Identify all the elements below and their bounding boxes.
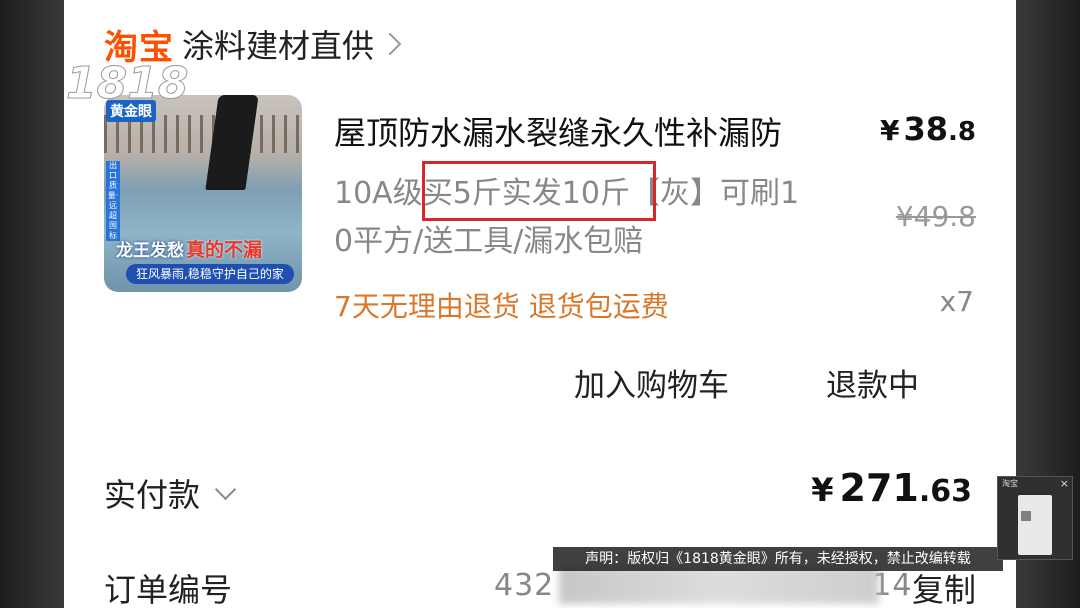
copyright-disclaimer: 声明：版权归《1818黄金眼》所有，未经授权，禁止改编转载 xyxy=(553,547,1003,571)
spec-highlight-box xyxy=(422,161,656,221)
mini-window-screen xyxy=(1018,495,1052,555)
thumb-subtitle: 狂风暴雨,稳稳守护自己的家 xyxy=(126,264,294,284)
product-thumbnail[interactable]: 出口质量·远超国标 龙王发愁 真的不漏 狂风暴雨,稳稳守护自己的家 xyxy=(104,95,302,292)
price-dec: .8 xyxy=(948,117,976,147)
paid-label: 实付款 xyxy=(104,476,201,514)
quantity: x7 xyxy=(939,285,974,318)
return-promise: 7天无理由退货 退货包运费 xyxy=(334,290,669,323)
paid-int: 271 xyxy=(839,466,919,510)
order-number-blur xyxy=(559,566,879,604)
spec-line-2: 0平方/送工具/漏水包赔 xyxy=(334,224,644,259)
shop-name[interactable]: 涂料建材直供 xyxy=(182,21,374,67)
watermark-logo: 1818 黄金眼 xyxy=(65,58,189,122)
product-title[interactable]: 屋顶防水漏水裂缝永久性补漏防 xyxy=(334,108,782,154)
chevron-right-icon[interactable] xyxy=(378,32,402,56)
refund-status-button[interactable]: 退款中 xyxy=(826,360,919,405)
paid-amount-toggle[interactable]: 实付款 xyxy=(104,470,237,516)
thumb-banner-a: 龙王发愁 xyxy=(116,240,184,261)
mini-window[interactable]: 淘宝 × xyxy=(997,476,1073,560)
chevron-down-icon[interactable] xyxy=(214,478,237,500)
price-int: 38 xyxy=(903,110,949,148)
thumb-banner: 龙王发愁 真的不漏 xyxy=(104,232,302,264)
order-detail-panel: 淘宝 涂料建材直供 出口质量·远超国标 龙王发愁 真的不漏 狂风暴雨,稳稳守护自… xyxy=(64,0,1016,608)
order-number-label: 订单编号 xyxy=(104,571,233,608)
close-icon[interactable]: × xyxy=(1060,477,1069,491)
thumb-side-tag: 出口质量·远超国标 xyxy=(106,161,120,241)
watermark-label: 黄金眼 xyxy=(106,100,156,122)
paid-dec: .63 xyxy=(918,474,972,509)
original-price: ¥49.8 xyxy=(895,200,976,233)
thumb-banner-b: 真的不漏 xyxy=(186,238,263,261)
paid-amount: ¥271.63 xyxy=(811,466,972,510)
left-side-bar xyxy=(0,0,64,608)
price-currency: ¥ xyxy=(880,114,900,147)
thumb-person xyxy=(205,95,259,190)
copy-button[interactable]: 复制 xyxy=(912,565,976,608)
mini-thumb xyxy=(1021,511,1031,521)
add-to-cart-button[interactable]: 加入购物车 xyxy=(574,360,729,405)
paid-currency: ¥ xyxy=(811,471,834,509)
product-price: ¥38.8 xyxy=(880,110,976,148)
order-number-visible: 432 xyxy=(494,568,555,603)
